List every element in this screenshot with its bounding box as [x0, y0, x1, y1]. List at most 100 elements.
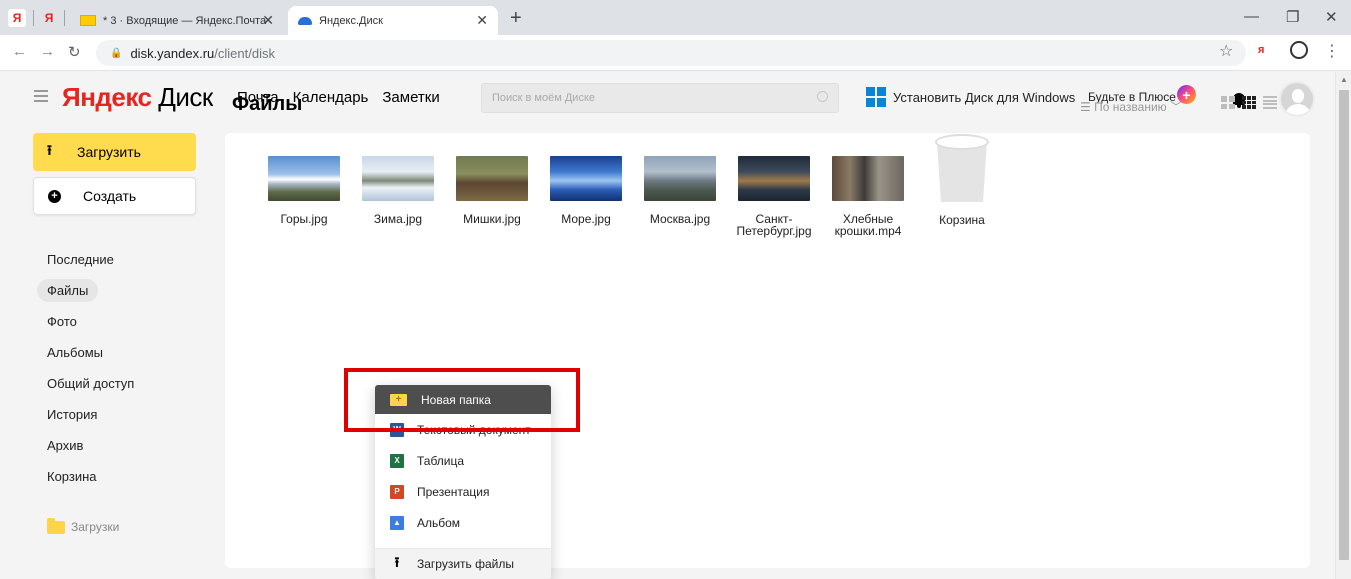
- menu-item-spreadsheet[interactable]: X Таблица: [375, 445, 551, 476]
- sidebar-item-downloads[interactable]: Загрузки: [47, 517, 120, 534]
- search-placeholder: Поиск в моём Диске: [492, 92, 596, 104]
- browser-tabstrip: Я Я * 3 · Входящие — Яндекс.Почта ✕ Янде…: [0, 0, 1351, 35]
- sidebar-item-label: Архив: [47, 438, 84, 453]
- powerpoint-icon: P: [390, 484, 404, 499]
- browser-menu-icon[interactable]: ⋮: [1324, 41, 1340, 61]
- reload-icon[interactable]: ↻: [68, 43, 81, 61]
- window-close-icon[interactable]: ✕: [1325, 8, 1338, 26]
- restore-icon[interactable]: ❐: [1286, 8, 1299, 26]
- file-name: Хлебные крошки.mp4: [834, 212, 902, 238]
- plus-icon: +: [48, 189, 61, 203]
- sidebar-item-label: Общий доступ: [47, 376, 135, 391]
- search-input[interactable]: Поиск в моём Диске: [481, 83, 839, 113]
- image-thumbnail: [550, 156, 622, 201]
- sort-dropdown[interactable]: ☰ По названию ﹀: [1080, 98, 1182, 115]
- image-thumbnail: [268, 156, 340, 201]
- logo-disk: Диск: [158, 82, 213, 112]
- menu-item-label: Таблица: [417, 453, 465, 468]
- bookmark-star-icon[interactable]: ☆: [1219, 41, 1233, 61]
- tab-label: * 3 · Входящие — Яндекс.Почта: [103, 14, 267, 27]
- sidebar-item-files[interactable]: Файлы: [33, 277, 134, 308]
- tab-label: Яндекс.Диск: [319, 14, 383, 27]
- upload-button[interactable]: ⭱ Загрузить: [33, 133, 196, 171]
- close-icon[interactable]: ✕: [262, 12, 274, 29]
- lock-icon: 🔒: [110, 47, 123, 59]
- sidebar-item-archive[interactable]: Архив: [33, 432, 134, 463]
- sidebar-item-shared[interactable]: Общий доступ: [33, 370, 134, 401]
- url-path: /client/disk: [214, 45, 275, 61]
- menu-item-upload-files[interactable]: ⭱ Загрузить файлы: [375, 548, 551, 579]
- sidebar-item-label: Последние: [47, 252, 114, 267]
- sidebar-item-trash[interactable]: Корзина: [33, 463, 134, 494]
- tab-separator: [33, 10, 34, 26]
- close-icon[interactable]: ✕: [476, 12, 488, 29]
- menu-item-label: Альбом: [417, 515, 461, 530]
- folder-icon: [47, 517, 65, 534]
- logo[interactable]: Яндекс Диск: [62, 82, 213, 113]
- excel-icon: X: [390, 453, 404, 468]
- sidebar-item-label: Альбомы: [47, 345, 103, 360]
- sidebar-item-recent[interactable]: Последние: [33, 246, 134, 277]
- page-title: Файлы: [232, 93, 303, 115]
- forward-icon[interactable]: →: [40, 43, 55, 60]
- list-view-icon[interactable]: [1263, 96, 1277, 109]
- pinned-tab-yandex-2[interactable]: Я: [40, 9, 58, 27]
- file-item-trash[interactable]: Корзина: [915, 134, 1009, 237]
- sidebar-item-label: Файлы: [37, 279, 99, 302]
- file-item[interactable]: Мишки.jpg: [445, 154, 539, 237]
- menu-item-album[interactable]: ▲ Альбом: [375, 507, 551, 538]
- scroll-thumb[interactable]: [1339, 90, 1349, 560]
- upload-icon: ⭱: [394, 554, 400, 570]
- sidebar-item-albums[interactable]: Альбомы: [33, 339, 134, 370]
- image-thumbnail: [644, 156, 716, 201]
- logo-yandex: Яндекс: [62, 82, 152, 112]
- nav-notes[interactable]: Заметки: [382, 89, 439, 106]
- disk-app: Яндекс Диск Почта Календарь Заметки Поис…: [0, 72, 1335, 579]
- hamburger-menu-icon[interactable]: [34, 90, 48, 105]
- pinned-tab-yandex[interactable]: Я: [8, 9, 26, 27]
- downloads-label: Загрузки: [71, 520, 120, 534]
- small-tiles-icon[interactable]: [1242, 96, 1256, 109]
- profile-icon[interactable]: [1290, 41, 1308, 59]
- url-host: disk.yandex.ru: [130, 45, 215, 61]
- sidebar-item-photo[interactable]: Фото: [33, 308, 134, 339]
- page-scrollbar[interactable]: ▲: [1335, 72, 1351, 579]
- file-item[interactable]: Зима.jpg: [351, 154, 445, 237]
- menu-item-label: Презентация: [417, 484, 490, 499]
- sort-label: По названию: [1094, 100, 1167, 114]
- highlight-callout-box: [344, 368, 580, 432]
- file-item[interactable]: Море.jpg: [539, 154, 633, 237]
- file-item[interactable]: Москва.jpg: [633, 154, 727, 237]
- sidebar-item-label: История: [47, 407, 98, 422]
- image-thumbnail: [738, 156, 810, 201]
- file-item[interactable]: Горы.jpg: [257, 154, 351, 237]
- back-icon[interactable]: ←: [12, 43, 27, 60]
- pinned-tab-label: Я: [12, 11, 22, 25]
- video-thumbnail: [832, 156, 904, 201]
- file-item[interactable]: Санкт-Петербург.jpg: [727, 154, 821, 237]
- url-field[interactable]: 🔒 disk.yandex.ru/client/disk: [96, 40, 1246, 66]
- file-name: Санкт-Петербург.jpg: [736, 212, 812, 238]
- menu-item-presentation[interactable]: P Презентация: [375, 476, 551, 507]
- yandex-extension-icon[interactable]: я: [1258, 44, 1264, 56]
- minimize-icon[interactable]: —: [1244, 8, 1259, 25]
- install-windows-link[interactable]: Установить Диск для Windows: [893, 90, 1075, 105]
- chevron-down-icon: ﹀: [1170, 100, 1183, 114]
- create-button[interactable]: + Создать: [33, 177, 196, 215]
- nav-calendar[interactable]: Календарь: [293, 89, 369, 106]
- new-tab-icon[interactable]: +: [510, 7, 522, 30]
- file-item[interactable]: Хлебные крошки.mp4: [821, 154, 915, 237]
- scroll-up-icon[interactable]: ▲: [1340, 75, 1348, 84]
- search-icon[interactable]: [817, 91, 828, 102]
- trash-icon: [935, 134, 989, 204]
- file-grid: Горы.jpg Зима.jpg Мишки.jpg Море.jpg Мос…: [257, 134, 1009, 237]
- sidebar-item-history[interactable]: История: [33, 401, 134, 432]
- tab-mail[interactable]: * 3 · Входящие — Яндекс.Почта ✕: [70, 6, 284, 35]
- address-bar: ← → ↻ 🔒 disk.yandex.ru/client/disk: [0, 35, 1351, 71]
- sidebar-item-label: Корзина: [47, 469, 97, 484]
- large-tiles-icon[interactable]: [1221, 96, 1235, 109]
- create-label: Создать: [83, 188, 137, 204]
- tab-disk[interactable]: Яндекс.Диск ✕: [288, 6, 498, 35]
- avatar[interactable]: [1279, 81, 1315, 117]
- sidebar-nav: Последние Файлы Фото Альбомы Общий досту…: [33, 246, 134, 494]
